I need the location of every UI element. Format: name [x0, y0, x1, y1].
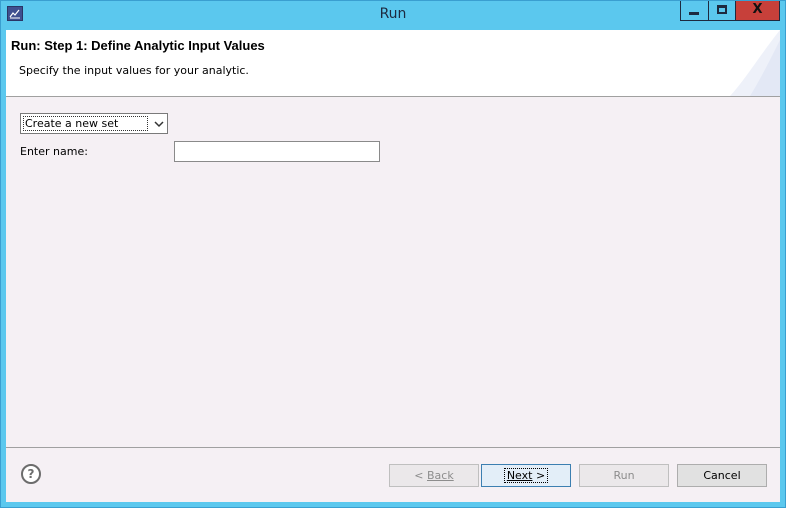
window-title: Run [379, 6, 407, 22]
close-icon: X [752, 2, 763, 17]
input-set-dropdown[interactable]: Create a new set [20, 113, 168, 134]
maximize-button[interactable] [708, 1, 735, 21]
cancel-button-label: Cancel [703, 469, 741, 482]
wizard-step-title: Run: Step 1: Define Analytic Input Value… [11, 38, 265, 53]
cancel-button[interactable]: Cancel [677, 464, 767, 487]
dropdown-selected-value: Create a new set [25, 117, 119, 130]
title-bar[interactable]: Run X [1, 1, 785, 29]
run-button-label: Run [613, 469, 635, 482]
header-banner-graphic [730, 30, 780, 96]
maximize-icon [717, 5, 727, 14]
run-dialog-window: Run X Run: Step 1: Define Analytic Input… [0, 0, 786, 508]
chevron-down-icon [154, 121, 164, 128]
minimize-icon [689, 12, 699, 15]
back-button-label: < Back [414, 469, 454, 482]
back-button[interactable]: < Back [389, 464, 479, 487]
help-icon[interactable]: ? [21, 464, 41, 484]
next-button-label: Next > [503, 468, 549, 483]
name-field-label: Enter name: [20, 145, 88, 158]
run-button[interactable]: Run [579, 464, 669, 487]
minimize-button[interactable] [680, 1, 708, 21]
dialog-client-area: Run: Step 1: Define Analytic Input Value… [6, 30, 780, 502]
wizard-header: Run: Step 1: Define Analytic Input Value… [6, 30, 780, 97]
close-button[interactable]: X [735, 1, 780, 21]
name-input[interactable] [174, 141, 380, 162]
footer-divider [6, 447, 780, 448]
wizard-step-description: Specify the input values for your analyt… [19, 64, 249, 77]
next-button[interactable]: Next > [481, 464, 571, 487]
